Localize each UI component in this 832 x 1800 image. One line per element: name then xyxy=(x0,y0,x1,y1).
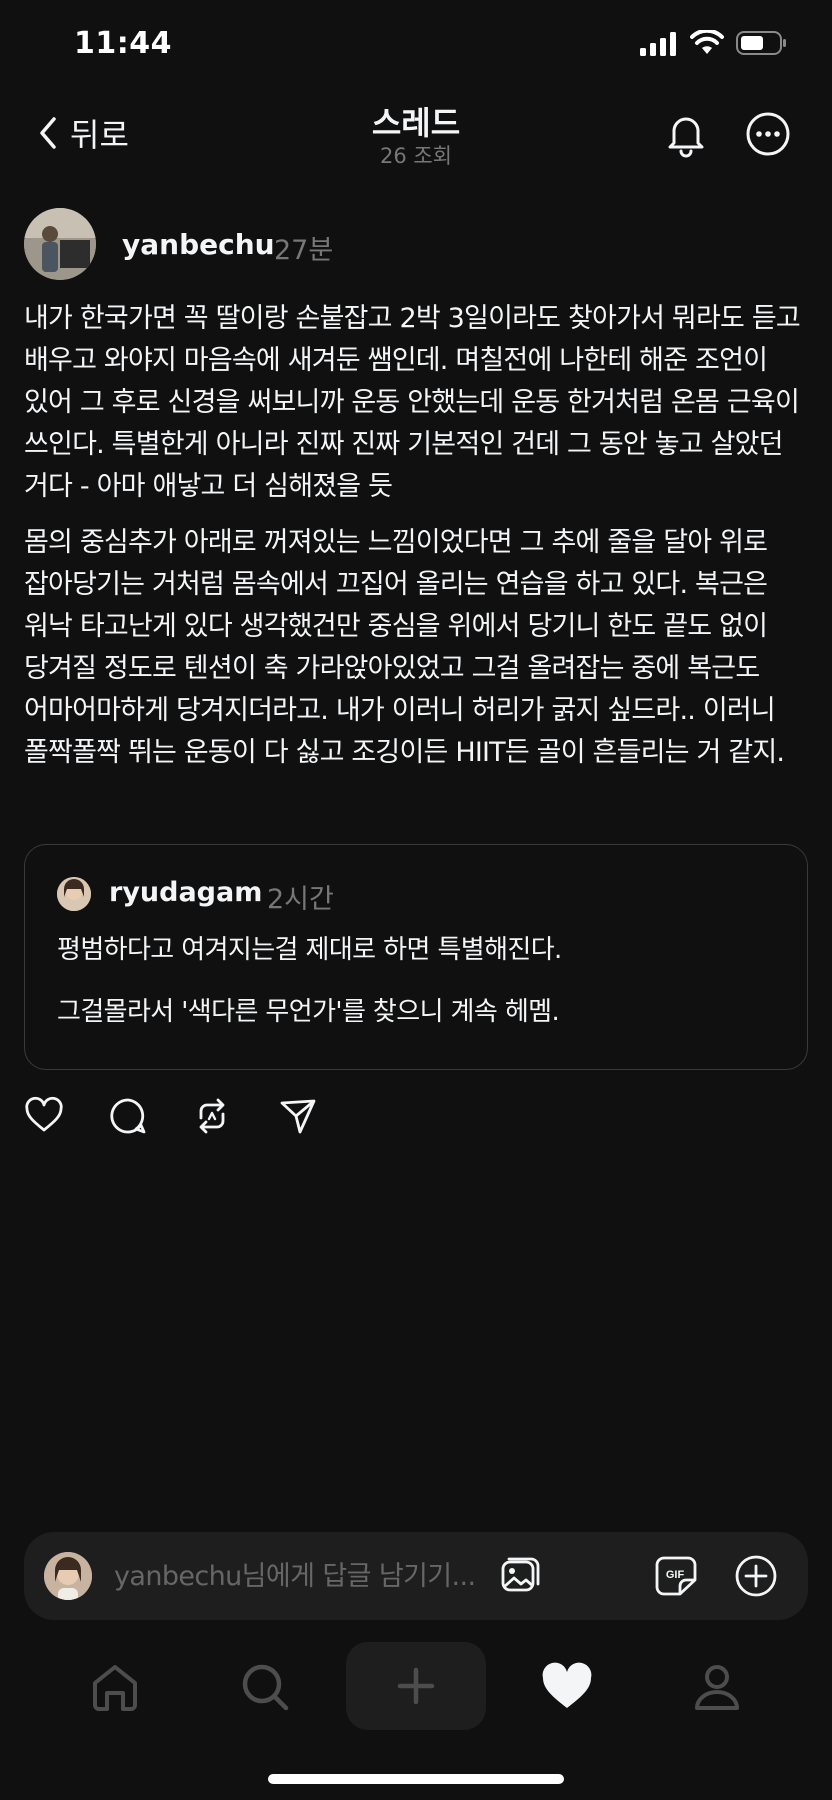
status-bar: 11:44 xyxy=(0,0,832,90)
quote-timestamp: 2시간 xyxy=(267,884,334,915)
tab-home[interactable] xyxy=(70,1642,160,1732)
send-icon[interactable] xyxy=(278,1096,318,1136)
quote-text: 그걸몰라서 '색다른 무언가'를 찾으니 계속 헤멤. xyxy=(57,997,560,1027)
post-timestamp: 27분 xyxy=(274,235,334,266)
profile-icon xyxy=(695,1665,739,1710)
repost-icon[interactable] xyxy=(192,1096,232,1136)
reply-input[interactable] xyxy=(114,1556,514,1596)
bottom-tab-bar xyxy=(0,1642,832,1742)
quoted-post[interactable]: ryudagam 2시간 평범하다고 여겨지는걸 제대로 하면 특별해진다. 그… xyxy=(24,844,808,1070)
post-username[interactable]: yanbechu xyxy=(122,228,275,261)
svg-text:GIF: GIF xyxy=(666,1569,685,1581)
plus-circle-icon[interactable] xyxy=(734,1554,778,1598)
more-icon[interactable] xyxy=(744,110,792,158)
home-icon xyxy=(93,1665,137,1711)
quote-text: 평범하다고 여겨지는걸 제대로 하면 특별해진다. xyxy=(57,935,562,965)
battery-icon xyxy=(736,31,786,55)
thread-header: 뒤로 스레드 26 조회 xyxy=(0,90,832,180)
gif-icon[interactable]: GIF xyxy=(654,1554,698,1598)
post-header: yanbechu 27분 xyxy=(24,208,804,282)
cellular-signal-icon xyxy=(640,32,676,56)
tab-search[interactable] xyxy=(220,1642,310,1732)
bell-icon[interactable] xyxy=(662,110,710,158)
status-time: 11:44 xyxy=(74,26,172,61)
plus-icon xyxy=(397,1667,435,1705)
home-indicator xyxy=(268,1774,564,1784)
post-paragraph: 내가 한국가면 꼭 딸이랑 손붙잡고 2박 3일이라도 찾아가서 뭐라도 듣고 … xyxy=(24,303,801,502)
heart-icon[interactable] xyxy=(24,1096,64,1136)
avatar xyxy=(44,1552,92,1600)
image-icon[interactable] xyxy=(498,1554,542,1598)
comment-icon[interactable] xyxy=(108,1096,148,1136)
avatar[interactable] xyxy=(24,208,96,280)
tab-activity[interactable] xyxy=(522,1642,612,1732)
tab-create[interactable] xyxy=(346,1642,486,1730)
wifi-icon xyxy=(690,30,724,54)
quote-username[interactable]: ryudagam xyxy=(109,877,262,908)
search-icon xyxy=(242,1664,289,1711)
tab-profile[interactable] xyxy=(672,1642,762,1732)
reply-bar: GIF xyxy=(24,1532,808,1620)
post-paragraph: 몸의 중심추가 아래로 꺼져있는 느낌이었다면 그 추에 줄을 달아 위로 잡아… xyxy=(24,527,785,768)
avatar xyxy=(57,877,91,911)
heart-filled-icon xyxy=(542,1662,592,1708)
post-body: 내가 한국가면 꼭 딸이랑 손붙잡고 2박 3일이라도 찾아가서 뭐라도 듣고 … xyxy=(24,298,810,788)
